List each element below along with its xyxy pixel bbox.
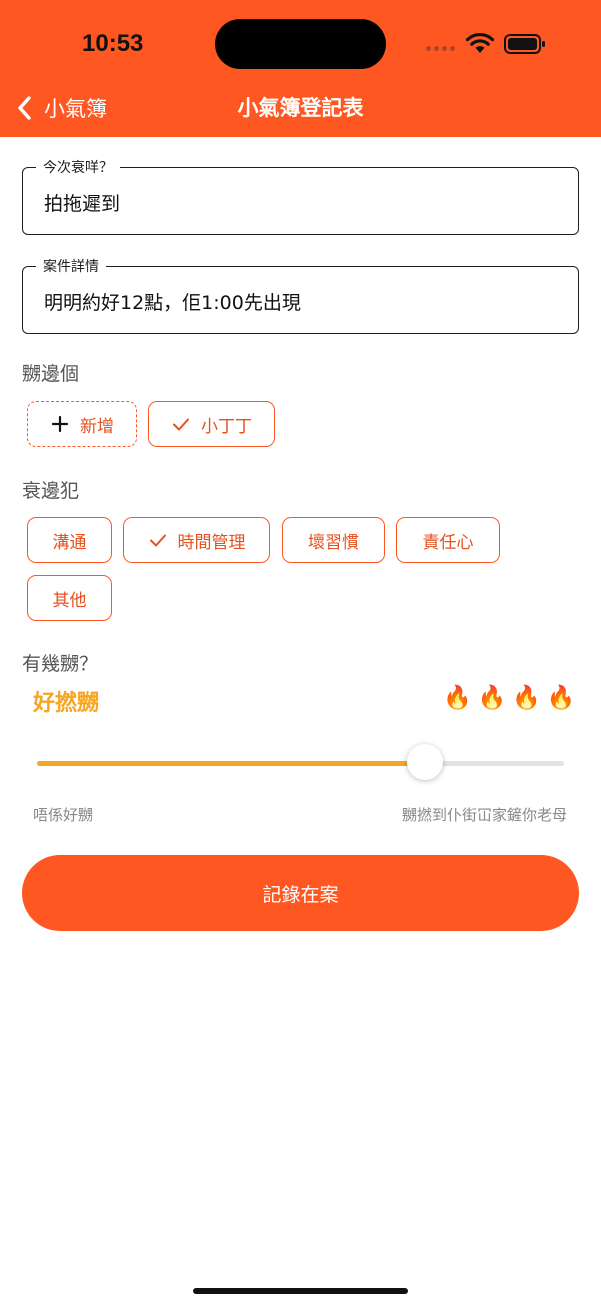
- anger-slider-track[interactable]: [37, 761, 564, 766]
- offense-chip-communication[interactable]: 溝通: [27, 517, 112, 563]
- offense-chip-label: 責任心: [422, 532, 474, 553]
- app-header: 10:53 小氣簿 小氣簿登記表: [0, 0, 601, 137]
- fire-icon: 🔥: [512, 685, 541, 711]
- anger-section-label: 有幾嬲？: [22, 653, 99, 675]
- add-person-label: 新增: [80, 416, 114, 437]
- offense-chip-bad-habit[interactable]: 壞習慣: [282, 517, 385, 563]
- plus-icon: [51, 415, 69, 433]
- battery-icon: [504, 34, 545, 54]
- fire-icon: 🔥: [546, 685, 576, 711]
- offense-chip-other[interactable]: 其他: [27, 575, 112, 621]
- offense-chip-responsibility[interactable]: 責任心: [396, 517, 500, 563]
- offense-chip-time-management[interactable]: 時間管理: [123, 517, 270, 563]
- status-time: 10:53: [82, 30, 144, 57]
- anger-slider-fill: [37, 761, 426, 766]
- fire-rating: 🔥 🔥 🔥 🔥: [443, 684, 576, 711]
- submit-label: 記錄在案: [262, 883, 339, 906]
- anger-level-text: 好撚嬲: [33, 691, 100, 716]
- cellular-signal-icon: [426, 46, 455, 51]
- slider-max-label: 嬲撚到仆街冚家鏟你老母: [401, 806, 567, 824]
- submit-button[interactable]: 記錄在案: [22, 855, 579, 931]
- offense-chip-label: 其他: [52, 590, 87, 611]
- incident-title-value[interactable]: 拍拖遲到: [44, 189, 120, 216]
- anger-slider-thumb[interactable]: [407, 744, 444, 780]
- offense-chip-label: 時間管理: [177, 532, 246, 553]
- check-icon: [173, 418, 189, 431]
- home-indicator: [193, 1288, 408, 1294]
- fire-icon: 🔥: [443, 685, 472, 711]
- incident-title-label: 今次衰咩？: [36, 157, 120, 177]
- dynamic-island: [215, 19, 386, 69]
- add-person-button[interactable]: 新增: [27, 401, 137, 447]
- person-chip-label: 小丁丁: [201, 416, 252, 437]
- offense-chip-label: 溝通: [52, 532, 87, 553]
- incident-details-value[interactable]: 明明約好12點，佢1:00先出現: [44, 288, 301, 315]
- fire-icon: 🔥: [477, 685, 507, 711]
- incident-details-field[interactable]: 案件詳情 明明約好12點，佢1:00先出現: [22, 256, 579, 334]
- people-section-label: 嬲邊個: [22, 363, 80, 385]
- person-chip[interactable]: 小丁丁: [148, 401, 275, 447]
- page-title: 小氣簿登記表: [237, 96, 364, 120]
- check-icon: [149, 534, 166, 547]
- slider-min-label: 唔係好嬲: [33, 806, 94, 824]
- wifi-icon: [465, 32, 495, 53]
- incident-details-label: 案件詳情: [36, 256, 106, 276]
- offense-section-label: 衰邊犯: [22, 480, 80, 502]
- incident-title-field[interactable]: 今次衰咩？ 拍拖遲到: [22, 157, 579, 235]
- offense-chip-label: 壞習慣: [308, 532, 359, 553]
